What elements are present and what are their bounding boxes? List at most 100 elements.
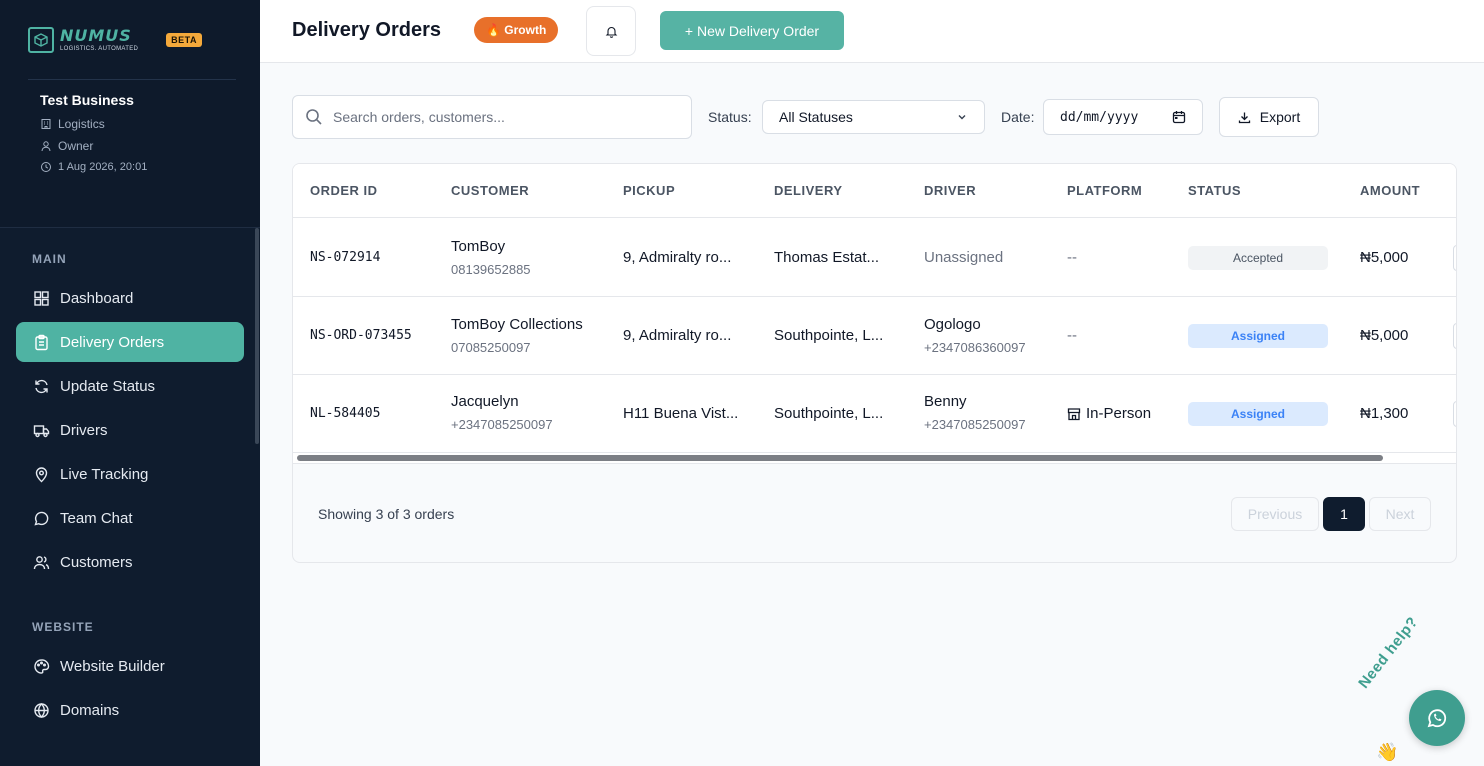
page-title: Delivery Orders xyxy=(292,19,441,41)
date-filter-label: Date: xyxy=(1001,109,1035,125)
customer-phone: 07085250097 xyxy=(451,340,531,355)
search-box xyxy=(292,95,692,139)
order-id[interactable]: NL-584405 xyxy=(310,406,380,421)
pagination-summary: Showing 3 of 3 orders xyxy=(318,506,455,522)
platform: In-Person xyxy=(1067,405,1151,422)
search-input[interactable] xyxy=(333,109,673,125)
globe-icon xyxy=(34,702,49,718)
table-row[interactable]: NL-584405 Jacquelyn +2347085250097 H11 B… xyxy=(293,375,1456,453)
plan-badge[interactable]: 🔥 Growth xyxy=(474,17,559,43)
download-icon xyxy=(1238,112,1250,123)
sidebar-item-customers[interactable]: Customers xyxy=(16,542,244,582)
export-button[interactable]: Export xyxy=(1219,97,1319,137)
sidebar-item-website-builder[interactable]: Website Builder xyxy=(16,646,244,686)
customer-name: Jacquelyn xyxy=(451,393,519,410)
driver-phone: +2347086360097 xyxy=(924,340,1026,355)
table-row[interactable]: NS-072914 TomBoy 08139652885 9, Admiralt… xyxy=(293,219,1456,297)
sidebar-item-team-chat[interactable]: Team Chat xyxy=(16,498,244,538)
column-header-order-id[interactable]: ORDER ID xyxy=(310,183,378,198)
user-icon xyxy=(41,141,51,152)
brand[interactable]: NUMUS LOGISTICS. AUTOMATED BETA xyxy=(28,0,236,80)
new-delivery-order-button[interactable]: + New Delivery Order xyxy=(660,11,844,50)
customer-name: TomBoy xyxy=(451,238,506,255)
business-name: Test Business xyxy=(40,92,134,108)
orders-card: ORDER ID CUSTOMER PICKUP DELIVERY DRIVER… xyxy=(292,163,1457,563)
brand-name: NUMUS xyxy=(60,25,132,45)
driver-name: Unassigned xyxy=(924,249,1004,266)
whatsapp-icon xyxy=(1427,709,1447,728)
status-select[interactable]: All Statuses xyxy=(762,100,985,134)
row-action-button[interactable] xyxy=(1453,323,1456,349)
row-action-button[interactable] xyxy=(1453,245,1456,271)
pickup-address: H11 Buena Vist... xyxy=(623,405,739,422)
previous-page-button[interactable]: Previous xyxy=(1231,497,1319,531)
column-header-amount[interactable]: AMOUNT xyxy=(1360,183,1420,198)
need-help-label[interactable]: Need help? xyxy=(1355,614,1421,692)
sidebar-item-dashboard[interactable]: Dashboard xyxy=(16,278,244,318)
platform: -- xyxy=(1067,249,1077,266)
business-role: Owner xyxy=(40,139,236,153)
delivery-address: Southpointe, L... xyxy=(774,327,884,344)
truck-icon xyxy=(33,424,50,437)
driver-phone: +2347085250097 xyxy=(924,417,1026,432)
chat-icon xyxy=(34,511,49,525)
table-horizontal-scrollbar[interactable] xyxy=(297,455,1383,461)
sidebar-item-update-status[interactable]: Update Status xyxy=(16,366,244,406)
sidebar-nav: MAIN Dashboard Delivery Orders Update St… xyxy=(0,228,260,730)
orders-table: ORDER ID CUSTOMER PICKUP DELIVERY DRIVER… xyxy=(293,164,1456,464)
top-header: Delivery Orders 🔥 Growth + New Delivery … xyxy=(260,0,1484,63)
store-icon xyxy=(1067,407,1081,420)
building-icon xyxy=(41,119,51,129)
sidebar-item-live-tracking[interactable]: Live Tracking xyxy=(16,454,244,494)
sidebar-item-domains[interactable]: Domains xyxy=(16,690,244,730)
palette-icon xyxy=(34,658,50,674)
date-input[interactable]: dd/mm/yyyy xyxy=(1043,99,1203,135)
platform: -- xyxy=(1067,327,1077,344)
logo-text: NUMUS LOGISTICS. AUTOMATED xyxy=(60,25,138,52)
grid-icon xyxy=(34,290,49,306)
order-id[interactable]: NS-ORD-073455 xyxy=(310,328,412,343)
sidebar-scrollbar[interactable] xyxy=(255,228,259,444)
column-header-status[interactable]: STATUS xyxy=(1188,183,1241,198)
status-badge: Assigned xyxy=(1188,402,1328,426)
column-header-pickup[interactable]: PICKUP xyxy=(623,183,675,198)
beta-badge: BETA xyxy=(166,32,202,47)
customer-phone: 08139652885 xyxy=(451,262,531,277)
business-datetime: 1 Aug 2026, 20:01 xyxy=(40,161,236,173)
delivery-address: Thomas Estat... xyxy=(774,249,880,266)
customer-phone: +2347085250097 xyxy=(451,417,553,432)
table-row[interactable]: NS-ORD-073455 TomBoy Collections 0708525… xyxy=(293,297,1456,375)
page-button-current[interactable]: 1 xyxy=(1323,497,1365,531)
row-action-button[interactable] xyxy=(1453,401,1456,427)
calendar-icon[interactable] xyxy=(1172,110,1186,124)
column-header-driver[interactable]: DRIVER xyxy=(924,183,976,198)
nav-section-website: WEBSITE xyxy=(32,620,94,634)
column-header-customer[interactable]: CUSTOMER xyxy=(451,183,529,198)
table-header: ORDER ID CUSTOMER PICKUP DELIVERY DRIVER… xyxy=(293,164,1456,218)
business-type: Logistics xyxy=(40,117,236,131)
next-page-button[interactable]: Next xyxy=(1369,497,1431,531)
status-select-value: All Statuses xyxy=(779,109,853,125)
status-badge: Assigned xyxy=(1188,324,1328,348)
driver-name: Ogologo xyxy=(924,316,981,333)
order-id[interactable]: NS-072914 xyxy=(310,250,380,265)
sidebar: NUMUS LOGISTICS. AUTOMATED BETA Test Bus… xyxy=(0,0,260,766)
chevron-down-icon xyxy=(958,115,966,120)
amount: ₦1,300 xyxy=(1360,405,1409,422)
status-badge: Accepted xyxy=(1188,246,1328,270)
column-header-delivery[interactable]: DELIVERY xyxy=(774,183,843,198)
clipboard-icon xyxy=(35,334,48,350)
pickup-address: 9, Admiralty ro... xyxy=(623,249,732,266)
logo-box-icon xyxy=(28,26,54,53)
sidebar-item-drivers[interactable]: Drivers xyxy=(16,410,244,450)
sidebar-item-delivery-orders[interactable]: Delivery Orders xyxy=(16,322,244,362)
notifications-button[interactable] xyxy=(586,6,636,56)
clock-icon xyxy=(41,162,51,172)
refresh-icon xyxy=(35,379,48,393)
customer-name: TomBoy Collections xyxy=(451,316,583,333)
whatsapp-help-button[interactable] xyxy=(1409,690,1465,746)
driver-name: Benny xyxy=(924,393,967,410)
sidebar-header: NUMUS LOGISTICS. AUTOMATED BETA Test Bus… xyxy=(0,0,260,228)
amount: ₦5,000 xyxy=(1360,249,1409,266)
column-header-platform[interactable]: PLATFORM xyxy=(1067,183,1142,198)
